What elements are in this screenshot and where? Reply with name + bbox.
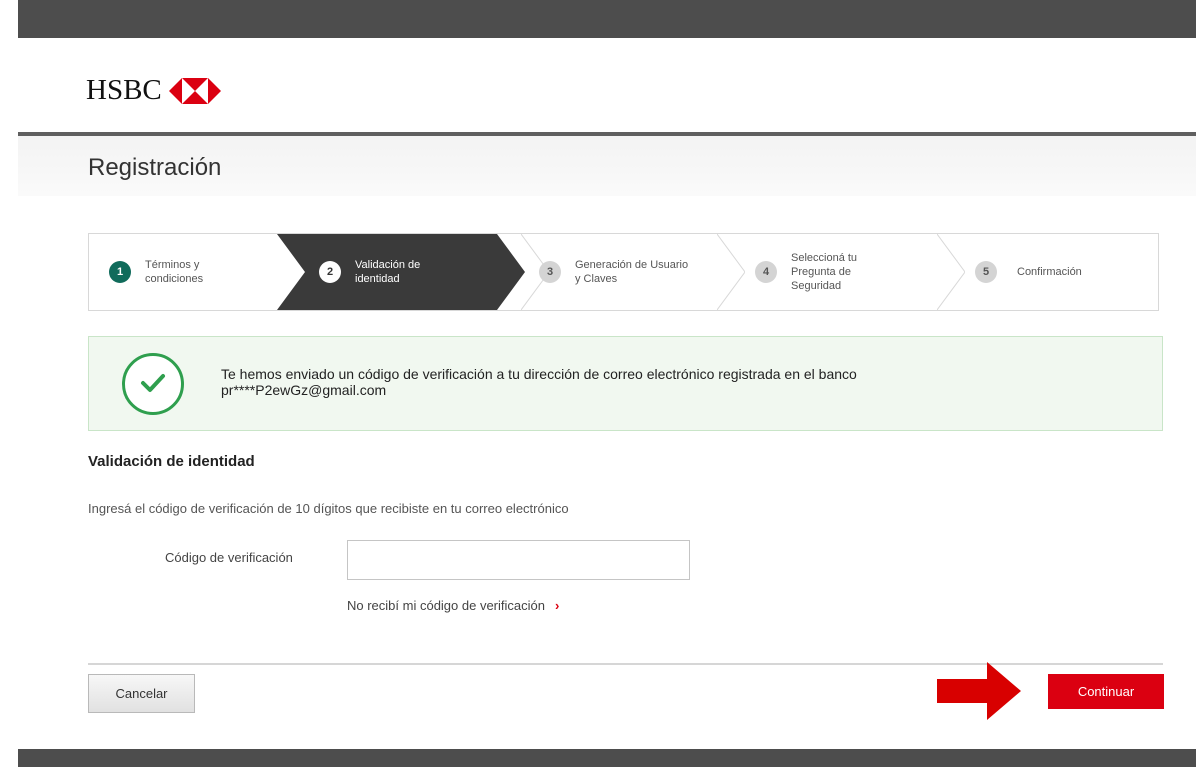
checkmark-icon: [141, 374, 165, 392]
verification-code-input[interactable]: [347, 540, 690, 580]
top-bar: [18, 0, 1196, 38]
step-number: 5: [975, 261, 997, 283]
step-separator: [937, 234, 965, 310]
logo-text: HSBC: [86, 74, 162, 106]
hsbc-logo[interactable]: HSBC: [86, 74, 221, 107]
progress-stepper: 1 Términos y condiciones 2 Validación de…: [88, 233, 1159, 311]
step-terms: 1 Términos y condiciones: [109, 234, 255, 310]
alert-message: Te hemos enviado un código de verificaci…: [221, 366, 857, 398]
step-number: 2: [319, 261, 341, 283]
alert-text: Te hemos enviado un código de verificaci…: [221, 366, 857, 382]
instructions-text: Ingresá el código de verificación de 10 …: [88, 501, 569, 516]
step-number: 4: [755, 261, 777, 283]
red-arrow-icon: [937, 662, 1021, 720]
masked-email: pr****P2ewGz@gmail.com: [221, 382, 387, 398]
step-label: Términos y condiciones: [145, 259, 204, 285]
hexagon-logo-icon: [168, 77, 221, 104]
step-label: Confirmación: [1017, 266, 1082, 278]
verification-code-label: Código de verificación: [165, 550, 293, 565]
page-title: Registración: [88, 154, 222, 181]
resend-link-label: No recibí mi código de verificación: [347, 598, 545, 613]
continue-button[interactable]: Continuar: [1048, 674, 1164, 709]
step-label: Validación de identidad: [355, 259, 421, 285]
step-confirmation: 5 Confirmación: [975, 234, 1127, 310]
resend-code-link[interactable]: No recibí mi código de verificación ›: [347, 598, 559, 613]
step-user-keys: 3 Generación de Usuario y Claves: [539, 234, 695, 310]
step-label: Seleccioná tu Pregunta de Seguridad: [791, 252, 858, 292]
step-number: 1: [109, 261, 131, 283]
step-number: 3: [539, 261, 561, 283]
bottom-bar: [18, 749, 1196, 767]
step-security-question: 4 Seleccioná tu Pregunta de Seguridad: [755, 234, 891, 310]
cancel-button[interactable]: Cancelar: [88, 674, 195, 713]
check-circle-icon: [122, 353, 184, 415]
step-separator: [717, 234, 745, 310]
step-identity-validation: 2 Validación de identidad: [319, 234, 465, 310]
section-title: Validación de identidad: [88, 453, 255, 470]
header: HSBC: [18, 38, 1196, 132]
step-label: Generación de Usuario y Claves: [575, 259, 689, 285]
chevron-right-icon: ›: [554, 598, 560, 613]
success-alert: Te hemos enviado un código de verificaci…: [88, 336, 1163, 431]
title-band: Registración: [18, 136, 1196, 196]
